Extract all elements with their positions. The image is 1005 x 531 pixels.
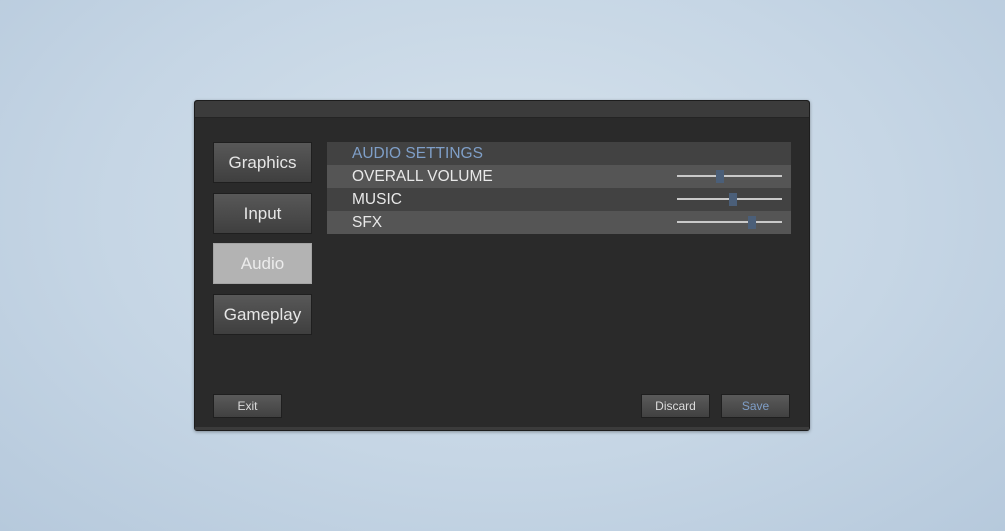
slider-thumb[interactable]	[716, 170, 725, 183]
window-bottom-border	[195, 427, 809, 430]
setting-row-sfx: SFX	[327, 211, 791, 234]
save-button-label: Save	[741, 399, 770, 413]
exit-button-label: Exit	[237, 399, 258, 413]
slider-track[interactable]	[677, 175, 782, 177]
setting-row-overall-volume: OVERALL VOLUME	[327, 165, 791, 188]
save-button[interactable]: Save	[721, 394, 790, 418]
nav-button-audio[interactable]: Audio	[213, 243, 312, 284]
nav-button-input[interactable]: Input	[213, 193, 312, 234]
setting-label: SFX	[352, 213, 383, 231]
setting-row-music: MUSIC	[327, 188, 791, 211]
exit-button[interactable]: Exit	[213, 394, 282, 418]
setting-label: OVERALL VOLUME	[352, 167, 493, 185]
discard-button[interactable]: Discard	[641, 394, 710, 418]
settings-header: AUDIO SETTINGS	[327, 142, 791, 165]
slider-thumb[interactable]	[747, 216, 756, 229]
settings-header-title: AUDIO SETTINGS	[352, 144, 483, 162]
slider-thumb[interactable]	[728, 193, 737, 206]
settings-window: Graphics Input Audio Gameplay AUDIO SETT…	[194, 100, 810, 431]
nav-button-label: Graphics	[228, 152, 297, 172]
music-slider[interactable]	[677, 188, 782, 211]
overall-volume-slider[interactable]	[677, 165, 782, 188]
nav-button-label: Input	[243, 203, 282, 223]
title-bar[interactable]	[195, 101, 809, 118]
sfx-slider[interactable]	[677, 211, 782, 234]
setting-label: MUSIC	[352, 190, 402, 208]
slider-track[interactable]	[677, 221, 782, 223]
nav-button-gameplay[interactable]: Gameplay	[213, 294, 312, 335]
discard-button-label: Discard	[655, 399, 696, 413]
nav-button-graphics[interactable]: Graphics	[213, 142, 312, 183]
nav-button-label: Audio	[240, 253, 285, 273]
nav-button-label: Gameplay	[223, 304, 302, 324]
audio-settings-panel: AUDIO SETTINGS OVERALL VOLUME MUSIC SFX	[327, 142, 791, 235]
